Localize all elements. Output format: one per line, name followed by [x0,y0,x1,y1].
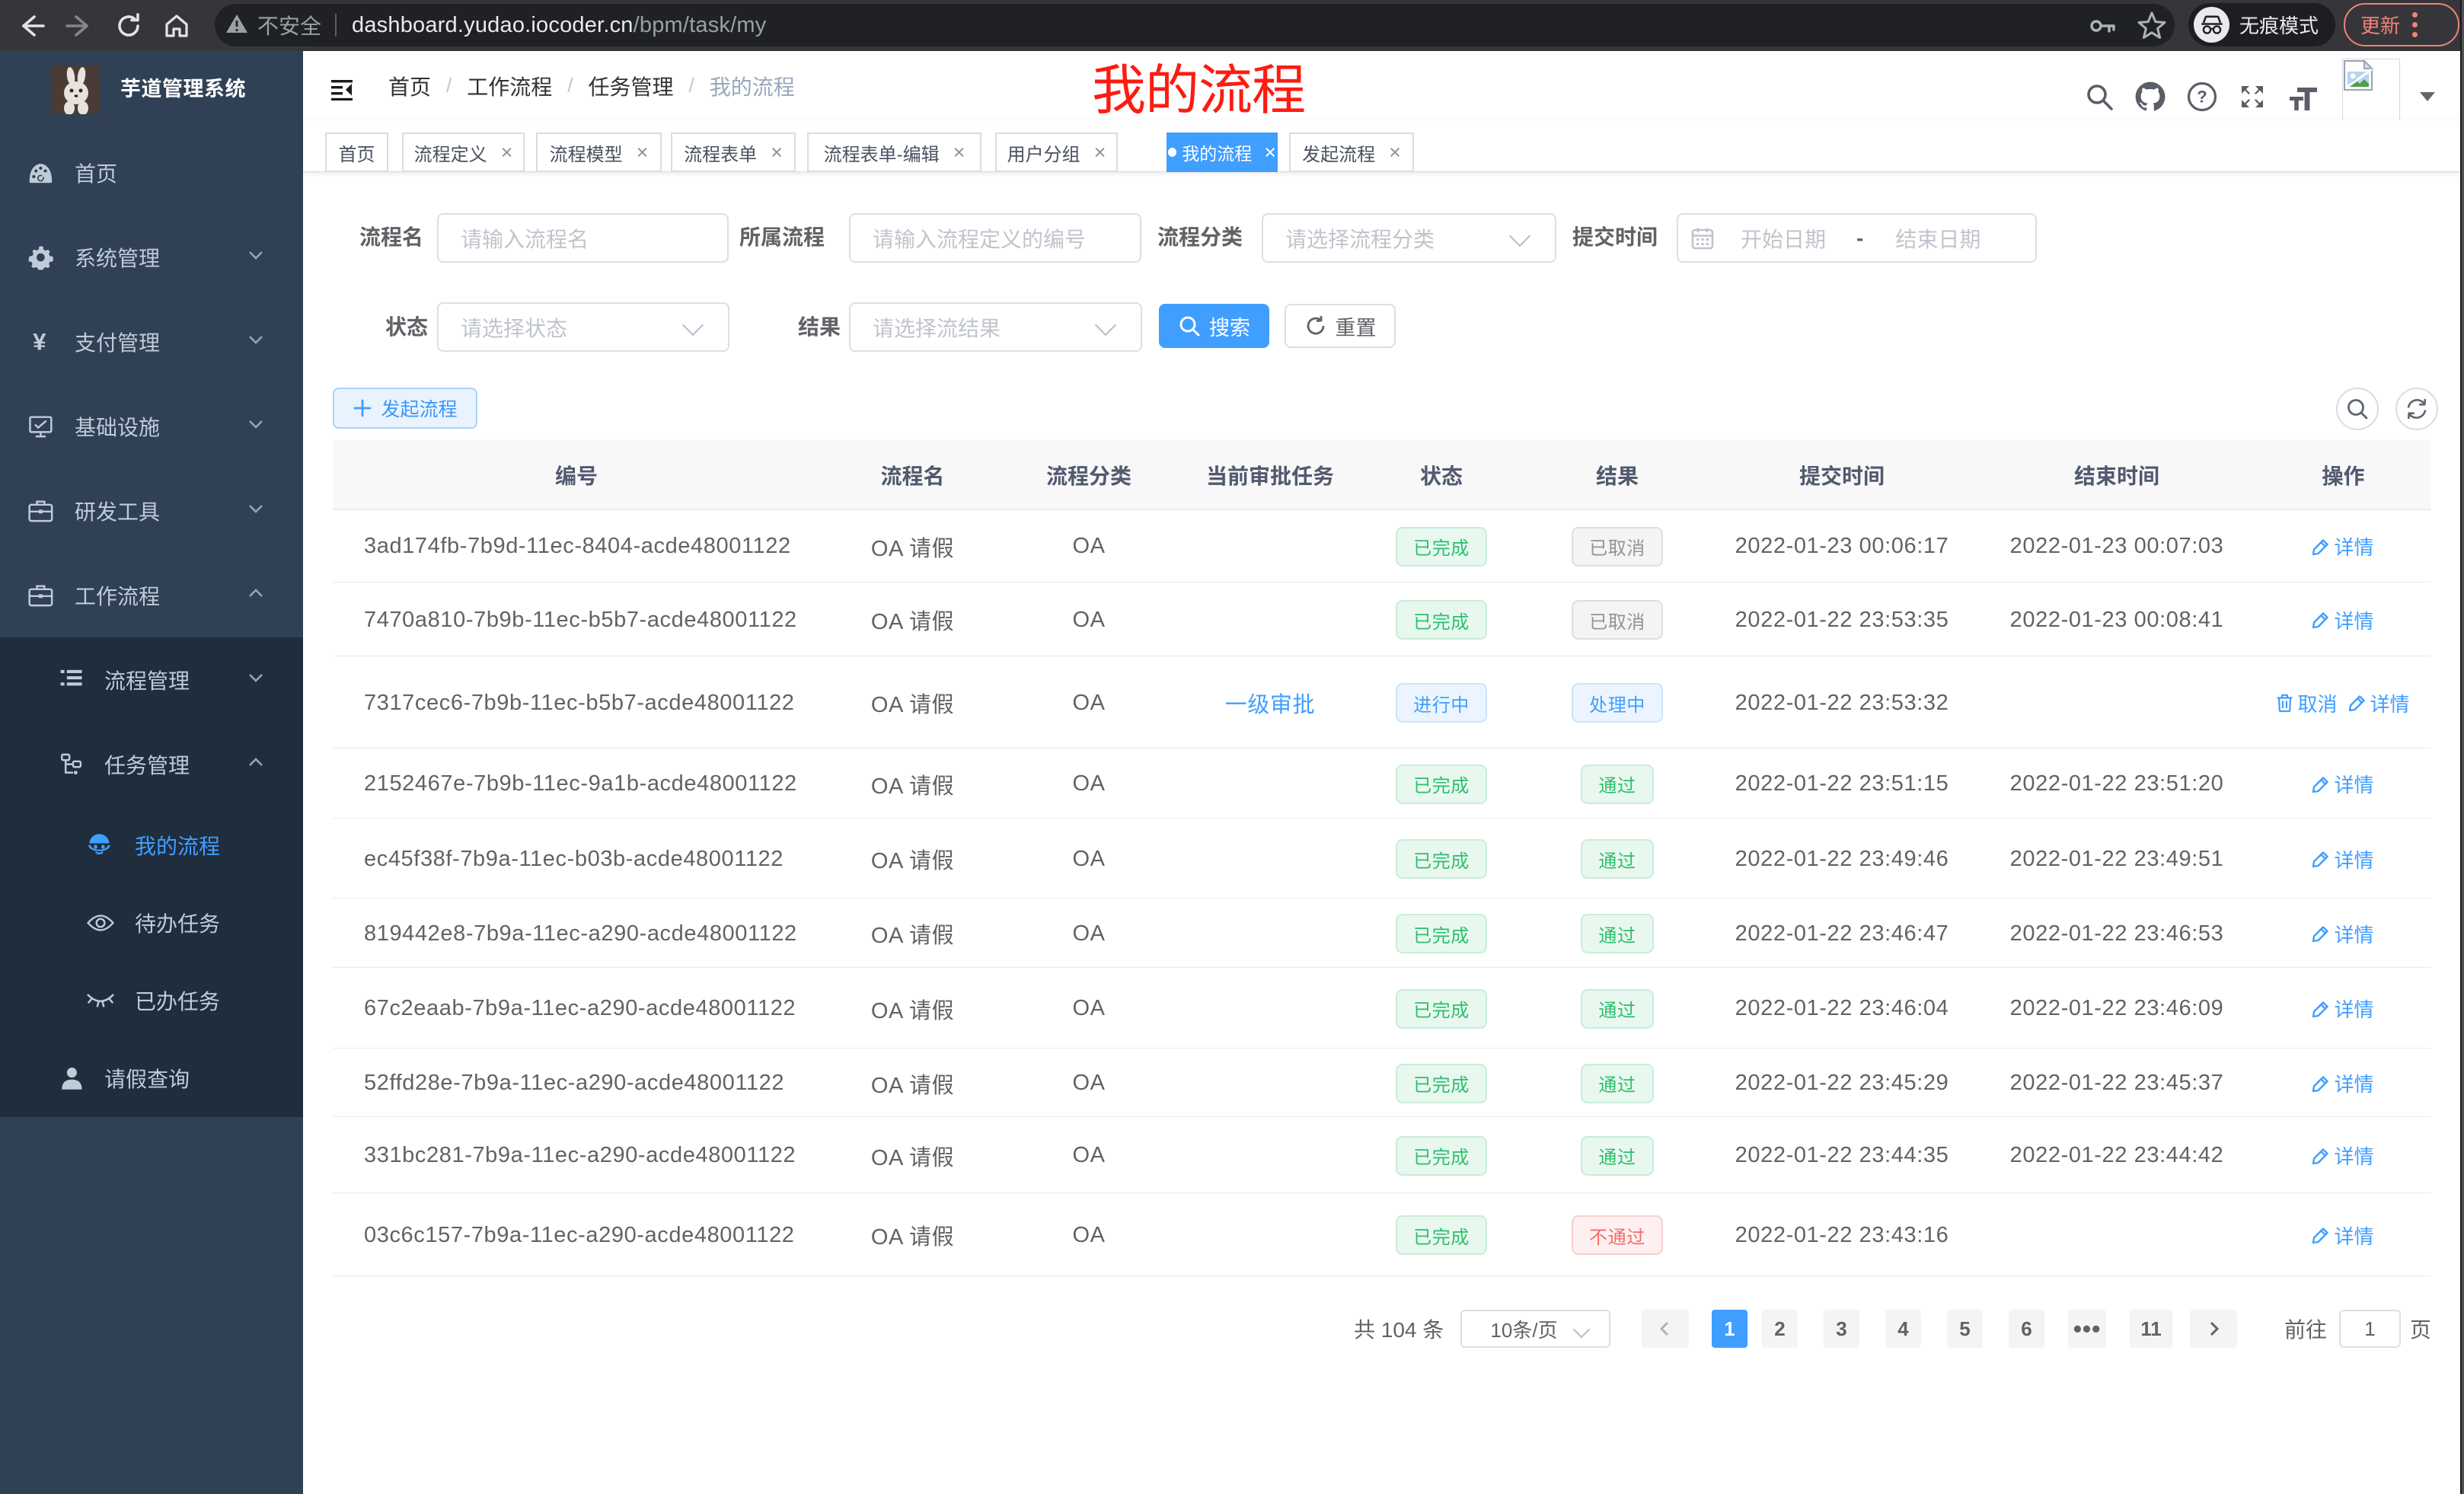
svg-text:?: ? [2197,88,2207,107]
svg-text:¥: ¥ [33,329,46,354]
